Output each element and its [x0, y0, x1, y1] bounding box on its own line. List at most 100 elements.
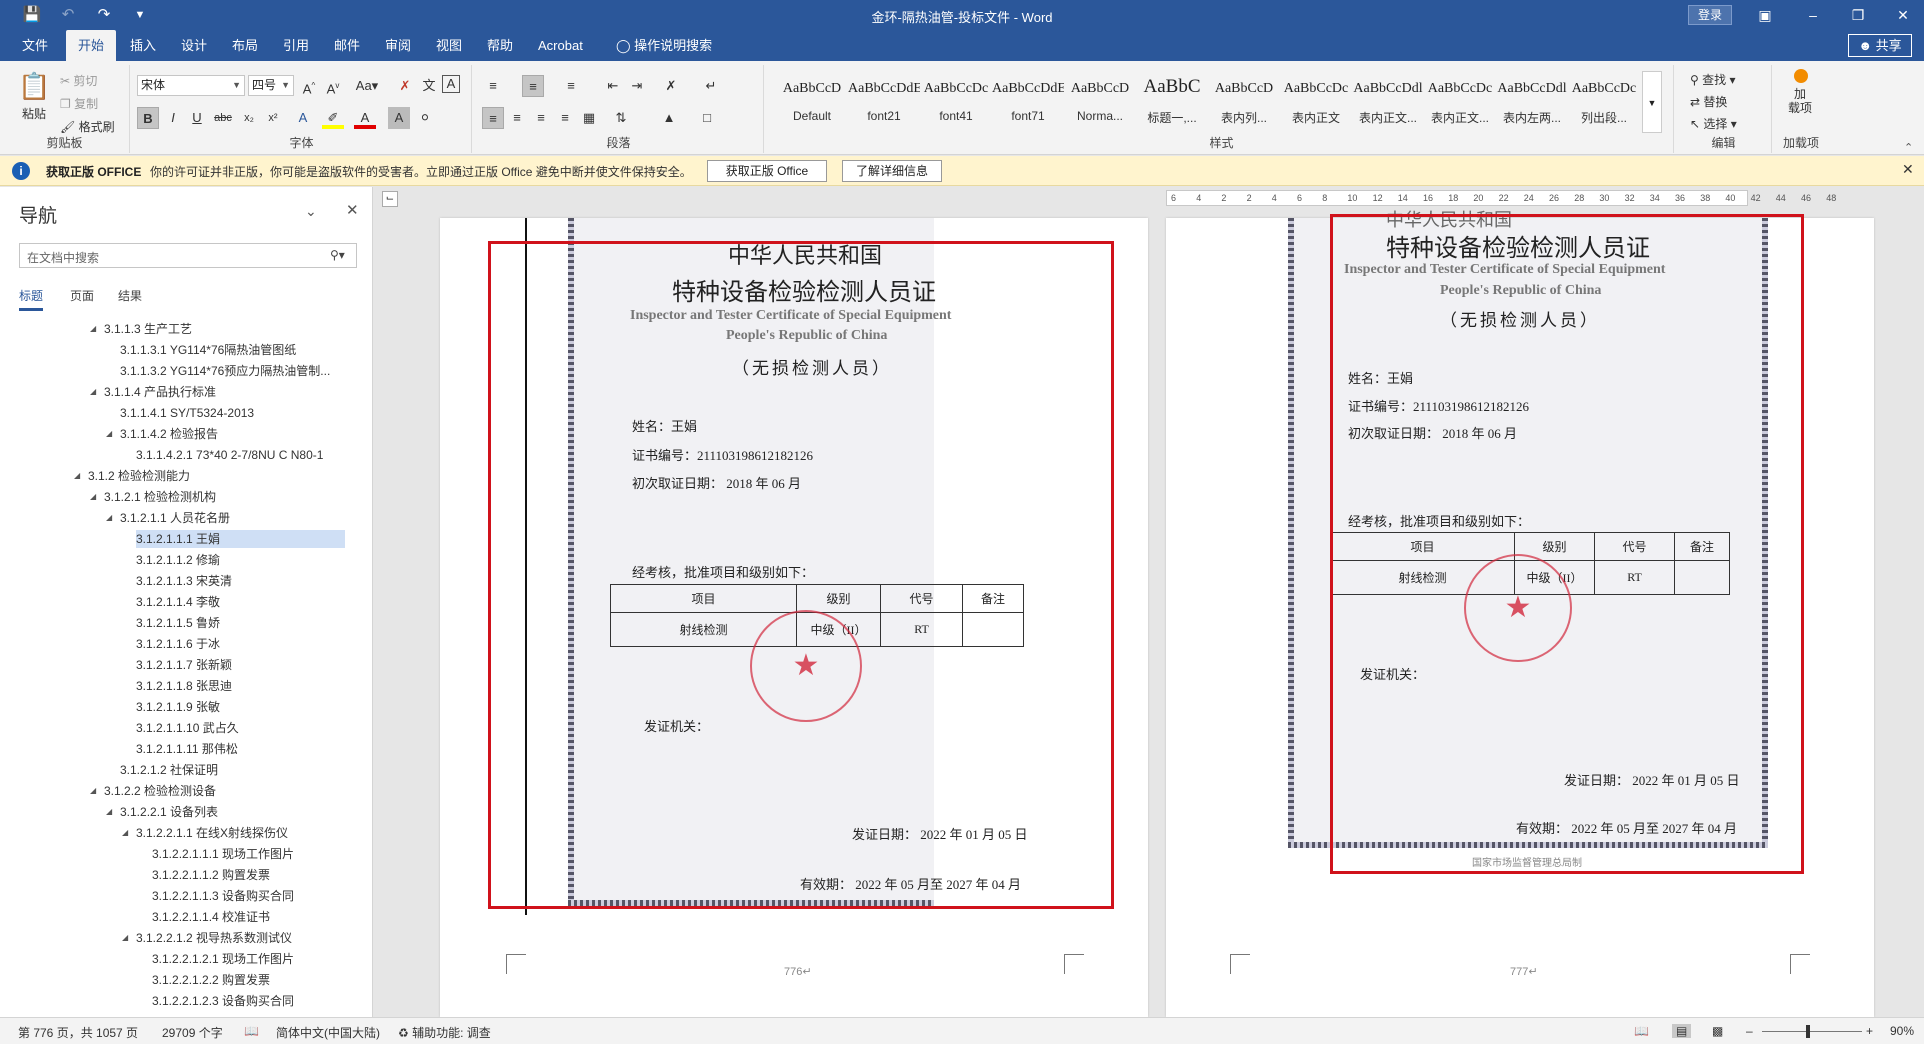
nav-heading-item[interactable]: 3.1.2.2.1.1.1 现场工作图片: [152, 845, 294, 863]
grow-font-icon[interactable]: A^: [298, 75, 320, 97]
nav-heading-item[interactable]: 3.1.2.1.1.11 那伟松: [136, 740, 238, 758]
nav-heading-item[interactable]: 3.1.2.1 检验检测机构: [104, 488, 216, 506]
nav-heading-item[interactable]: 3.1.2.2.1.1.4 校准证书: [152, 908, 270, 926]
nav-heading-item[interactable]: 3.1.2.1.1.6 于冰: [136, 635, 220, 653]
nav-heading-item[interactable]: 3.1.2.2.1.2.1 现场工作图片: [152, 950, 294, 968]
collapse-triangle-icon[interactable]: ◢: [90, 786, 96, 795]
text-effects-icon[interactable]: A: [292, 107, 314, 129]
copy-button[interactable]: ❐ 复制: [60, 95, 98, 112]
underline-icon[interactable]: U: [186, 107, 208, 129]
nav-heading-item[interactable]: 3.1.2.2.1.2.2 购置发票: [152, 971, 270, 989]
show-marks-icon[interactable]: ↵: [700, 75, 722, 97]
style-item[interactable]: AaBbCcDc 表内正文: [1280, 71, 1352, 131]
tab-design[interactable]: 设计: [169, 30, 219, 61]
nav-heading-item[interactable]: 3.1.1.4.2 检验报告: [120, 425, 218, 443]
zoom-in-icon[interactable]: +: [1866, 1024, 1873, 1038]
addins-button[interactable]: 加 载项: [1788, 87, 1812, 115]
align-left-icon[interactable]: ≡: [482, 107, 504, 129]
find-button[interactable]: ⚲ 查找 ▾: [1690, 71, 1736, 88]
nav-heading-item[interactable]: 3.1.2.1.1.9 张敏: [136, 698, 220, 716]
nav-heading-item[interactable]: 3.1.2.1.1 人员花名册: [120, 509, 230, 527]
strikethrough-icon[interactable]: abc: [212, 107, 234, 129]
styles-more-icon[interactable]: ▼: [1642, 71, 1662, 133]
style-item[interactable]: AaBbCcDdl 表内左两...: [1496, 71, 1568, 131]
ribbon-display-icon[interactable]: ▣: [1750, 4, 1780, 26]
word-count[interactable]: 29709 个字: [162, 1024, 223, 1041]
italic-icon[interactable]: I: [162, 107, 184, 129]
enclose-char-icon[interactable]: ⚪: [414, 107, 436, 129]
line-spacing-icon[interactable]: ⇅: [610, 107, 632, 129]
char-shading-icon[interactable]: A: [388, 107, 410, 129]
nav-heading-item[interactable]: 3.1.2.1.1.2 修瑜: [136, 551, 220, 569]
font-name-select[interactable]: 宋体 ▼: [137, 75, 245, 96]
collapse-triangle-icon[interactable]: ◢: [122, 933, 128, 942]
style-item[interactable]: AaBbCcDdl 表内正文...: [1352, 71, 1424, 131]
bullets-icon[interactable]: ≡: [482, 75, 504, 97]
align-center-icon[interactable]: ≡: [506, 107, 528, 129]
distribute-icon[interactable]: ▦: [578, 107, 600, 129]
phonetic-guide-icon[interactable]: 文: [418, 75, 440, 97]
decrease-indent-icon[interactable]: ⇤: [602, 75, 624, 97]
restore-icon[interactable]: ❐: [1843, 4, 1873, 26]
collapse-triangle-icon[interactable]: ◢: [74, 471, 80, 480]
nav-heading-item[interactable]: 3.1.2.1.1.1 王娟: [136, 530, 345, 548]
tab-references[interactable]: 引用: [271, 30, 321, 61]
tab-mailings[interactable]: 邮件: [322, 30, 372, 61]
style-item[interactable]: AaBbCcDc 列出段...: [1568, 71, 1640, 131]
nav-heading-item[interactable]: 3.1.2.1.1.5 鲁娇: [136, 614, 220, 632]
proofing-icon[interactable]: 📖: [244, 1024, 259, 1038]
close-icon[interactable]: ✕: [1888, 4, 1918, 26]
zoom-slider-thumb[interactable]: [1806, 1025, 1810, 1038]
nav-heading-item[interactable]: 3.1.2.2.1.2 视导热系数测试仪: [136, 929, 292, 947]
page-count[interactable]: 第 776 页，共 1057 页: [18, 1024, 138, 1041]
nav-heading-item[interactable]: 3.1.2.2.1.1.2 购置发票: [152, 866, 270, 884]
tab-review[interactable]: 审阅: [373, 30, 423, 61]
bold-icon[interactable]: B: [137, 107, 159, 129]
font-color-icon[interactable]: A: [354, 107, 376, 129]
nav-heading-item[interactable]: 3.1.1.4 产品执行标准: [104, 383, 216, 401]
style-item[interactable]: AaBbCcD Default: [776, 71, 848, 131]
style-item[interactable]: AaBbCcD Norma...: [1064, 71, 1136, 131]
justify-icon[interactable]: ≡: [554, 107, 576, 129]
tab-view[interactable]: 视图: [424, 30, 474, 61]
nav-heading-item[interactable]: 3.1.2.1.1.10 武占久: [136, 719, 239, 737]
style-item[interactable]: AaBbCcDc 表内正文...: [1424, 71, 1496, 131]
nav-heading-item[interactable]: 3.1.1.3.2 YG114*76预应力隔热油管制...: [120, 362, 330, 380]
nav-heading-item[interactable]: 3.1.2 检验检测能力: [88, 467, 190, 485]
tab-layout[interactable]: 布局: [220, 30, 270, 61]
nav-heading-item[interactable]: 3.1.1.3 生产工艺: [104, 320, 192, 338]
format-painter-button[interactable]: 🖌 格式刷: [60, 118, 115, 135]
nav-heading-item[interactable]: 3.1.1.4.2.1 73*40 2-7/8NU C N80-1: [136, 446, 323, 464]
language-indicator[interactable]: 简体中文(中国大陆): [276, 1024, 380, 1041]
nav-tab-results[interactable]: 结果: [118, 287, 142, 304]
horizontal-ruler[interactable]: 6 4 2 2 4 6 8 10 12 14 16 18 20 22 24 26 28 30 32 34 36 38 40 4…: [1166, 190, 1836, 206]
nav-heading-item[interactable]: 3.1.2.2.1.1 在线X射线探伤仪: [136, 824, 288, 842]
collapse-triangle-icon[interactable]: ◢: [90, 324, 96, 333]
collapse-triangle-icon[interactable]: ◢: [106, 429, 112, 438]
nav-heading-item[interactable]: 3.1.2.1.2 社保证明: [120, 761, 218, 779]
nav-heading-item[interactable]: 3.1.2.2.1.1.3 设备购买合同: [152, 887, 294, 905]
login-button[interactable]: 登录: [1688, 5, 1732, 25]
minimize-icon[interactable]: –: [1798, 4, 1828, 26]
subscript-icon[interactable]: x₂: [238, 107, 260, 129]
nav-heading-item[interactable]: 3.1.2.2.1.2.3 设备购买合同: [152, 992, 294, 1010]
style-item[interactable]: AaBbCcD 表内列...: [1208, 71, 1280, 131]
tab-file[interactable]: 文件: [10, 30, 60, 61]
numbering-icon[interactable]: ≡: [522, 75, 544, 97]
asian-layout-icon[interactable]: ✗: [660, 75, 682, 97]
accessibility-indicator[interactable]: ♻ 辅助功能: 调查: [398, 1024, 491, 1041]
replace-button[interactable]: ⇄ 替换: [1690, 93, 1727, 110]
nav-heading-item[interactable]: 3.1.2.1.1.7 张新颖: [136, 656, 232, 674]
zoom-level[interactable]: 90%: [1890, 1024, 1914, 1038]
select-button[interactable]: ↖ 选择 ▾: [1690, 115, 1737, 132]
nav-heading-item[interactable]: 3.1.2.2 检验检测设备: [104, 782, 216, 800]
paste-button[interactable]: 粘贴: [22, 105, 46, 122]
get-genuine-office-button[interactable]: 获取正版 Office: [707, 160, 827, 182]
web-layout-icon[interactable]: ▩: [1712, 1024, 1723, 1038]
search-icon[interactable]: ⚲▾: [330, 248, 345, 262]
collapse-ribbon-icon[interactable]: ⌃: [1904, 141, 1913, 154]
collapse-triangle-icon[interactable]: ◢: [122, 828, 128, 837]
change-case-icon[interactable]: Aa▾: [352, 75, 382, 97]
zoom-out-icon[interactable]: –: [1746, 1024, 1753, 1038]
nav-heading-item[interactable]: 3.1.2.1.1.8 张思迪: [136, 677, 232, 695]
